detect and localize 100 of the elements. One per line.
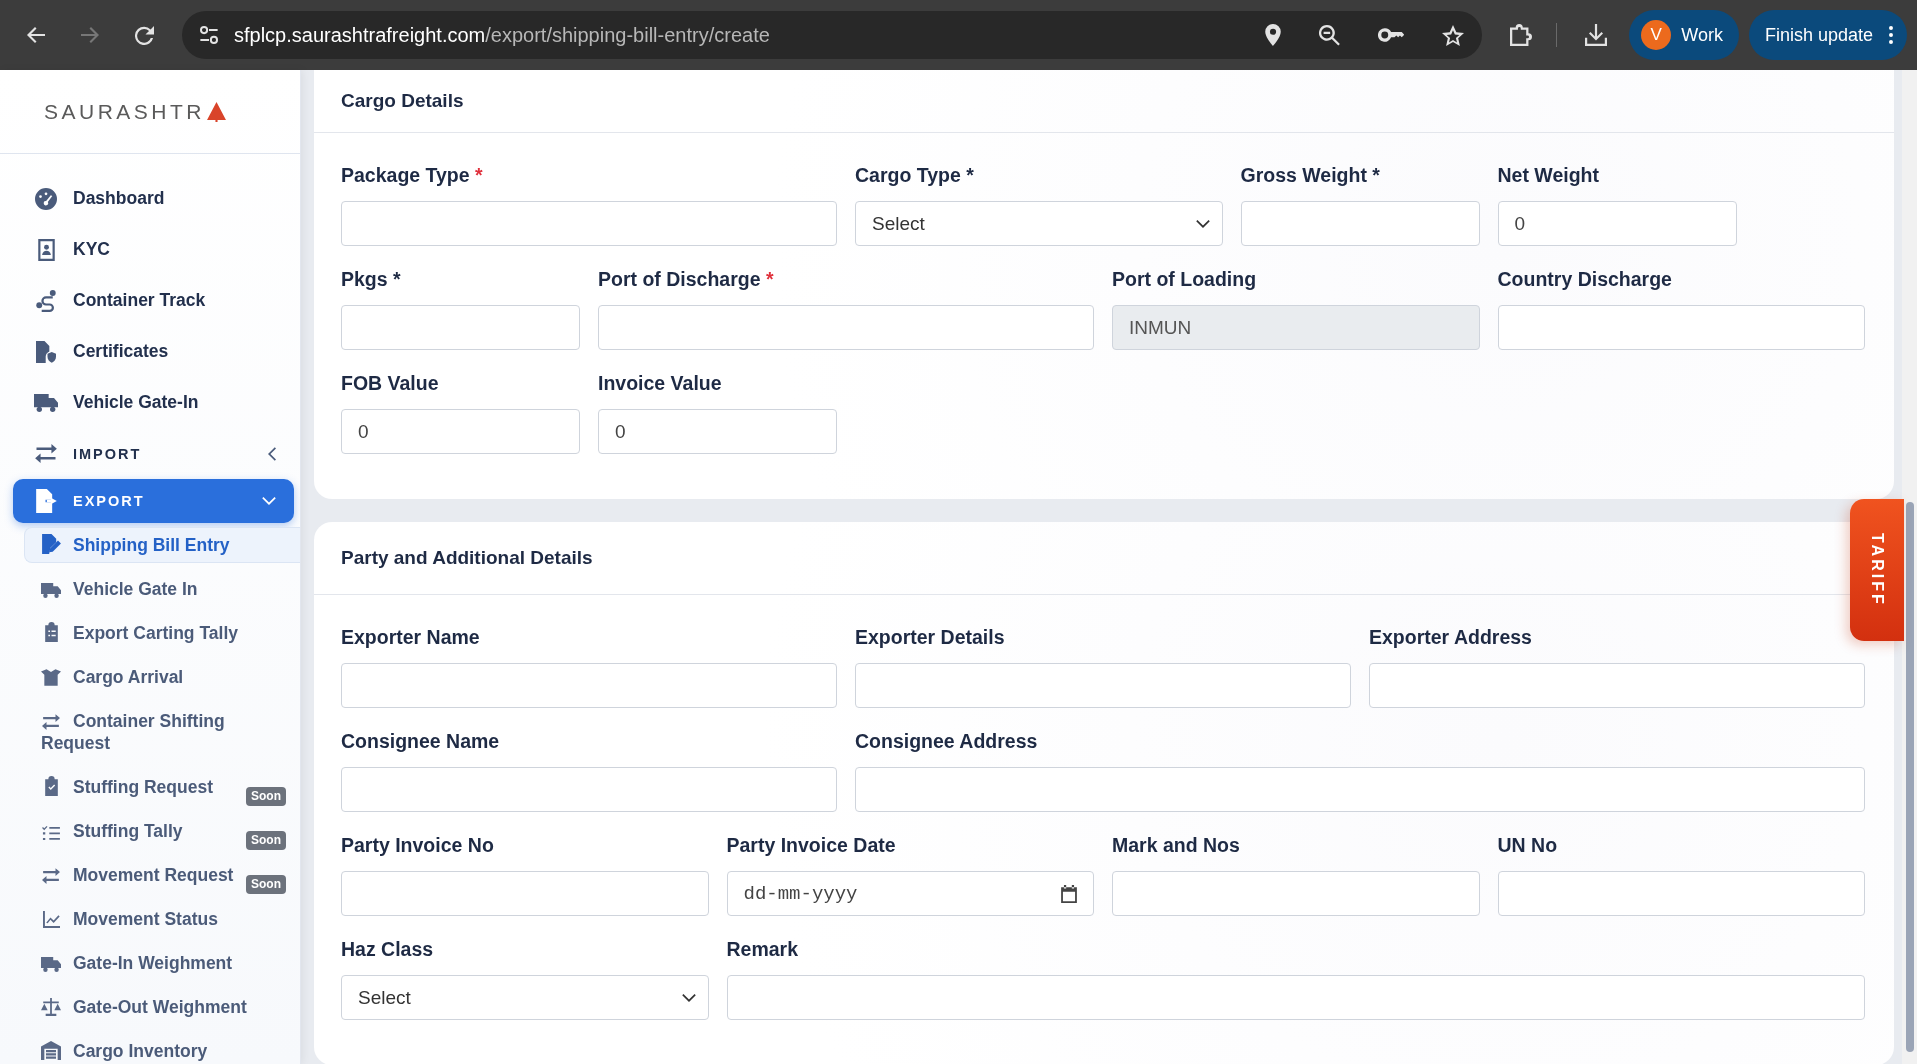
text-field[interactable] <box>341 305 580 350</box>
arrows-icon <box>42 714 60 730</box>
truck-icon <box>41 957 61 972</box>
scrollbar[interactable] <box>1902 70 1917 1064</box>
address-bar[interactable]: sfplcp.saurashtrafreight.com/export/shipping-bill-entry/create <box>182 11 1483 59</box>
field-label: Party Invoice Date <box>726 833 897 857</box>
checklist-icon <box>42 826 60 840</box>
field-label: Haz Class <box>341 937 435 961</box>
select-field[interactable]: Select <box>855 201 1223 246</box>
nav-subitem[interactable]: Stuffing Tally Soon <box>24 809 300 853</box>
download-button[interactable] <box>1585 24 1608 46</box>
kebab-icon <box>1889 26 1893 44</box>
text-field[interactable]: 0 <box>341 409 580 454</box>
date-input[interactable]: dd-mm-yyyy <box>743 880 1053 907</box>
readonly-field[interactable]: INMUN <box>1112 305 1480 350</box>
field-label: Invoice Value <box>598 371 723 395</box>
text-field[interactable] <box>855 767 1865 812</box>
truck-icon <box>41 583 61 598</box>
field-label: Consignee Name <box>341 729 501 753</box>
nav-subitem[interactable]: Vehicle Gate In <box>24 567 300 611</box>
arrow-left-icon <box>27 27 45 43</box>
nav-section[interactable]: EXPORT <box>13 479 294 523</box>
field-label: Remark <box>726 937 800 961</box>
chevron-down-icon <box>1195 219 1210 228</box>
field-label: Package Type * <box>341 163 484 187</box>
text-field[interactable] <box>341 201 837 246</box>
field-label: UN No <box>1497 833 1559 857</box>
text-field[interactable] <box>1112 871 1480 916</box>
zoom-out-icon <box>1319 24 1341 46</box>
text-field[interactable] <box>1369 663 1865 708</box>
reload-icon <box>134 25 154 45</box>
nav-subitem[interactable]: Movement Status <box>24 897 300 941</box>
select-field[interactable]: Select <box>341 975 709 1020</box>
arrow-right-icon <box>81 27 99 43</box>
nav-subitem[interactable]: Cargo Inventory <box>24 1029 300 1064</box>
field-label: Port of Loading <box>1112 267 1258 291</box>
file-pen-icon <box>41 534 61 554</box>
field-label: Pkgs * <box>341 267 402 291</box>
nav-subitem[interactable]: Container Shifting Request <box>24 699 300 765</box>
text-field[interactable] <box>341 767 837 812</box>
update-button[interactable]: Finish update <box>1748 10 1907 60</box>
field-label: Cargo Type * <box>855 163 975 187</box>
nav-subitem[interactable]: Export Carting Tally <box>24 611 300 655</box>
field-label: FOB Value <box>341 371 440 395</box>
chevron-down-icon <box>681 993 696 1002</box>
nav-subitem[interactable]: Gate-Out Weighment <box>24 985 300 1029</box>
file-shield-icon <box>36 340 56 363</box>
text-field[interactable]: 0 <box>598 409 837 454</box>
nav-subitem[interactable]: Stuffing Request Soon <box>24 765 300 809</box>
nav-item[interactable]: Container Track <box>0 275 300 326</box>
text-field[interactable] <box>341 871 709 916</box>
nav-subitem[interactable]: Cargo Arrival <box>24 655 300 699</box>
key-icon <box>1378 28 1405 42</box>
field-label: Net Weight <box>1497 163 1600 187</box>
truck-icon <box>34 393 58 412</box>
chevron-left-icon <box>268 446 276 461</box>
field-label: Exporter Address <box>1369 625 1533 649</box>
nav-item[interactable]: Vehicle Gate-In <box>0 377 300 428</box>
download-icon <box>1585 24 1608 46</box>
clipboard-icon <box>44 622 58 642</box>
chevron-down-icon <box>262 497 276 505</box>
profile-button[interactable]: V Work <box>1629 10 1739 60</box>
route-icon <box>36 289 56 312</box>
field-label: Exporter Name <box>341 625 481 649</box>
location-pin-icon <box>1265 24 1282 46</box>
section-title: Cargo Details <box>341 90 464 112</box>
text-field[interactable] <box>1497 871 1865 916</box>
site-settings-icon <box>200 26 218 44</box>
text-field[interactable] <box>1497 305 1865 350</box>
field-label: Party Invoice No <box>341 833 495 857</box>
calendar-icon <box>1061 884 1077 903</box>
id-card-icon <box>37 238 55 261</box>
date-field[interactable]: dd-mm-yyyy <box>726 871 1094 916</box>
nav-item[interactable]: Dashboard <box>0 173 300 224</box>
nav-section[interactable]: IMPORT <box>13 428 294 479</box>
field-label: Consignee Address <box>855 729 1039 753</box>
extensions-button[interactable] <box>1510 24 1533 46</box>
text-field[interactable] <box>598 305 1094 350</box>
star-icon <box>1442 24 1465 46</box>
nav-item[interactable]: Certificates <box>0 326 300 377</box>
section-title: Party and Additional Details <box>341 547 593 569</box>
file-export-icon <box>35 489 57 513</box>
nav-subitem[interactable]: Gate-In Weighment <box>24 941 300 985</box>
field-label: Mark and Nos <box>1112 833 1241 857</box>
text-field[interactable] <box>341 663 837 708</box>
warehouse-icon <box>41 1041 61 1060</box>
text-field[interactable] <box>726 975 1865 1020</box>
nav-subitem[interactable]: Shipping Bill Entry <box>24 527 300 563</box>
tariff-tab[interactable]: TARIFF <box>1850 499 1904 641</box>
line-chart-icon <box>42 911 60 928</box>
text-field[interactable]: 0 <box>1497 201 1737 246</box>
gauge-icon <box>35 187 57 210</box>
field-label: Gross Weight * <box>1240 163 1381 187</box>
nav-item[interactable]: KYC <box>0 224 300 275</box>
soon-badge: Soon <box>246 831 286 850</box>
arrows-icon <box>42 868 60 884</box>
text-field[interactable] <box>855 663 1351 708</box>
nav-subitem[interactable]: Movement Request Soon <box>24 853 300 897</box>
scale-icon <box>41 998 61 1016</box>
text-field[interactable] <box>1240 201 1480 246</box>
